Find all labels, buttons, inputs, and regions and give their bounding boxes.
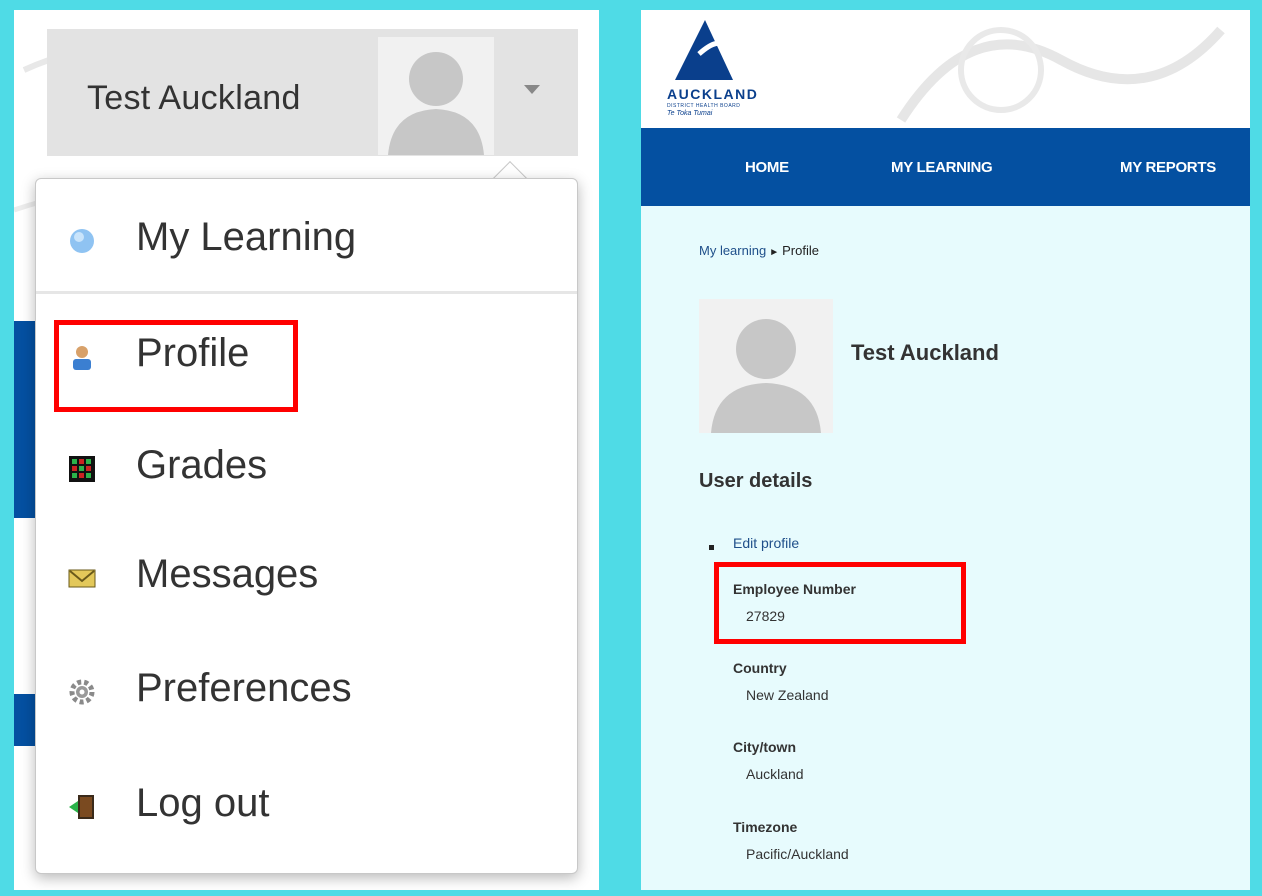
menu-item-label: Preferences xyxy=(136,666,352,710)
menu-item-label: My Learning xyxy=(136,215,357,259)
highlight-box-profile xyxy=(54,320,298,412)
menu-item-label: Grades xyxy=(136,443,268,487)
avatar xyxy=(378,37,494,155)
field-value-city: Auckland xyxy=(746,766,804,782)
nav-my-learning[interactable]: MY LEARNING xyxy=(891,159,993,176)
menu-item-my-learning[interactable]: My Learning xyxy=(36,195,577,285)
user-menu-panel: Test Auckland My Learning Profile Grades… xyxy=(14,10,599,890)
field-label-country: Country xyxy=(733,660,787,676)
edit-profile-link[interactable]: Edit profile xyxy=(733,535,799,551)
menu-item-messages[interactable]: Messages xyxy=(36,532,577,622)
breadcrumb: My learning ► Profile xyxy=(699,243,819,258)
site-header: AUCKLAND DISTRICT HEALTH BOARD Te Toka T… xyxy=(641,10,1250,128)
highlight-box-employee-number xyxy=(714,562,966,644)
envelope-icon xyxy=(68,564,96,592)
user-menu-toggle[interactable]: Test Auckland xyxy=(47,29,578,156)
menu-item-log-out[interactable]: Log out xyxy=(36,761,577,851)
main-navbar: HOME MY LEARNING MY REPORTS xyxy=(641,128,1250,206)
gear-icon xyxy=(68,678,96,706)
caret-down-icon[interactable] xyxy=(524,85,540,94)
profile-page: AUCKLAND DISTRICT HEALTH BOARD Te Toka T… xyxy=(641,10,1250,890)
door-exit-icon xyxy=(68,793,96,821)
logo-mark xyxy=(675,20,733,80)
breadcrumb-separator-icon: ► xyxy=(769,247,780,258)
menu-item-label: Log out xyxy=(136,781,270,825)
section-title: User details xyxy=(699,470,813,492)
logo-subtext: DISTRICT HEALTH BOARD xyxy=(667,103,741,109)
breadcrumb-current: Profile xyxy=(782,243,819,258)
field-label-timezone: Timezone xyxy=(733,819,798,835)
nav-home[interactable]: HOME xyxy=(745,159,789,176)
breadcrumb-parent-link[interactable]: My learning xyxy=(699,243,766,258)
user-dropdown-menu: My Learning Profile Grades Messages Pref… xyxy=(35,178,578,874)
profile-avatar xyxy=(699,299,833,433)
field-label-city: City/town xyxy=(733,739,796,755)
nav-my-reports[interactable]: MY REPORTS xyxy=(1120,159,1216,176)
cube-icon xyxy=(68,227,96,255)
logo-text: AUCKLAND xyxy=(667,86,759,102)
field-value-country: New Zealand xyxy=(746,687,829,703)
menu-divider xyxy=(36,291,577,294)
logo-tagline: Te Toka Tumai xyxy=(667,110,713,117)
field-value-timezone: Pacific/Auckland xyxy=(746,846,849,862)
bullet-icon xyxy=(709,545,714,550)
menu-item-preferences[interactable]: Preferences xyxy=(36,646,577,736)
menu-item-label: Messages xyxy=(136,552,319,596)
user-name: Test Auckland xyxy=(87,79,301,117)
grades-grid-icon xyxy=(68,455,96,483)
menu-item-grades[interactable]: Grades xyxy=(36,423,577,513)
profile-name: Test Auckland xyxy=(851,340,999,365)
